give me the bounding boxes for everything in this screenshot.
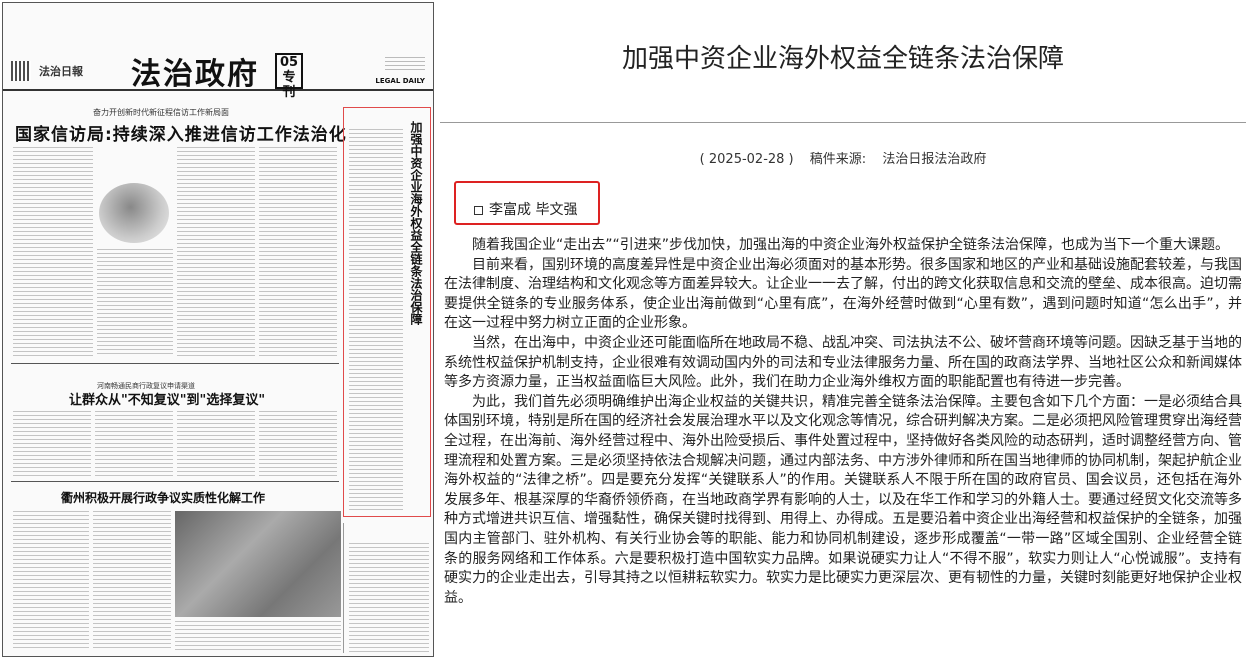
- qr-code-icon: [11, 61, 31, 81]
- text-column: [13, 511, 89, 651]
- newspaper-page-image: 法治日報 法治政府 05 专刊 LEGAL DAILY 奋力开创新时代新征程信访…: [2, 2, 434, 657]
- illustration-image: [99, 183, 169, 243]
- text-column: [175, 621, 341, 651]
- article2-headline: 让群众从"不知复议"到"选择复议": [69, 393, 266, 408]
- article-paragraph: 为此，我们首先必须明确维护出海企业权益的关键共识，精准完善全链条法治保障。主要包…: [444, 393, 1242, 606]
- article-paragraph: 随着我国企业“走出去”“引进来”步伐加快，加强出海的中资企业海外权益保护全链条法…: [472, 237, 1230, 253]
- news-photo: [175, 511, 341, 617]
- text-column: [95, 411, 173, 477]
- author-names: 李富成 毕文强: [489, 202, 578, 218]
- text-column: [13, 411, 91, 477]
- article3-headline: 衢州积极开展行政争议实质性化解工作: [61, 491, 266, 505]
- masthead-english: LEGAL DAILY: [375, 77, 425, 85]
- article-date: ( 2025-02-28 ): [699, 152, 794, 167]
- masthead-title: 法治政府: [131, 57, 259, 92]
- title-divider: [440, 122, 1246, 123]
- issue-number: 05: [279, 55, 299, 70]
- issue-badge: 05 专刊: [275, 53, 303, 100]
- issue-label: 专刊: [282, 70, 296, 100]
- vertical-article-title: 加强中资企业海外权益全链条法治保障: [409, 121, 423, 325]
- article-paragraph: 目前来看，国别环境的高度差异性是中资企业出海必须面对的基本形势。很多国家和地区的…: [444, 256, 1242, 332]
- newspaper-logo: 法治日報: [39, 65, 83, 78]
- article-body: 随着我国企业“走出去”“引进来”步伐加快，加强出海的中资企业海外权益保护全链条法…: [444, 236, 1242, 608]
- article1-kicker: 奋力开创新时代新征程信访工作新局面: [93, 108, 229, 117]
- article-author: 李富成 毕文强: [474, 199, 577, 219]
- article1-headline: 国家信访局:持续深入推进信访工作法治化: [15, 125, 347, 145]
- source-label: 稿件来源:: [809, 152, 867, 167]
- article-meta: ( 2025-02-28 ) 稿件来源: 法治日报法治政府: [440, 148, 1246, 167]
- section-divider: [11, 481, 339, 482]
- section-divider: [11, 363, 339, 364]
- text-column: [259, 147, 337, 357]
- text-column: [259, 411, 337, 477]
- text-column: [93, 511, 171, 651]
- text-column: [97, 249, 173, 357]
- square-bullet-icon: [474, 205, 483, 215]
- article-paragraph: 当然，在出海中，中资企业还可能面临所在地政局不稳、战乱冲突、司法执法不公、破坏营…: [444, 334, 1242, 391]
- article-title: 加强中资企业海外权益全链条法治保障: [621, 44, 1064, 74]
- text-column: [177, 147, 255, 357]
- newspaper-masthead: 法治日報 法治政府 05 专刊 LEGAL DAILY: [3, 3, 433, 100]
- text-column: [13, 147, 93, 357]
- article-source: 法治日报法治政府: [882, 152, 987, 167]
- text-column: [177, 411, 255, 477]
- text-column: [349, 129, 403, 511]
- text-column: [349, 543, 429, 653]
- masthead-meta: [385, 57, 425, 73]
